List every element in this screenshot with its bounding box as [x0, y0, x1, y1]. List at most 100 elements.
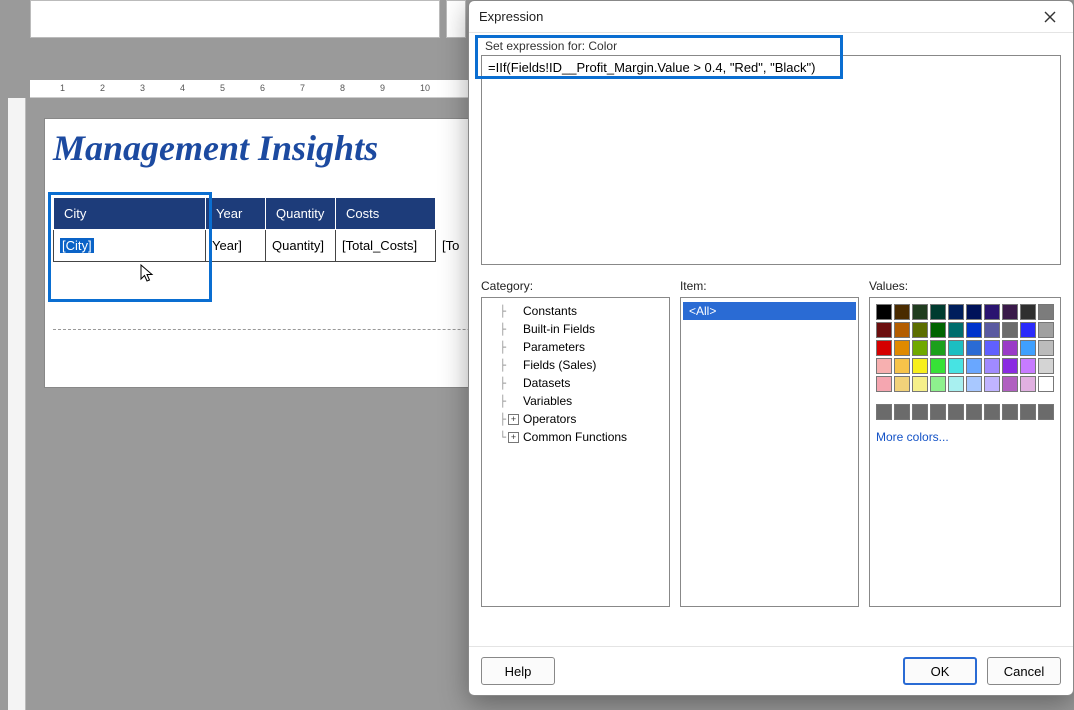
color-swatch[interactable]	[930, 322, 946, 338]
recent-color-swatch[interactable]	[1020, 404, 1036, 420]
recent-color-swatch[interactable]	[876, 404, 892, 420]
color-swatch[interactable]	[912, 376, 928, 392]
color-swatch[interactable]	[1020, 340, 1036, 356]
category-fields-sales-[interactable]: ├Fields (Sales)	[484, 356, 667, 374]
color-swatch[interactable]	[912, 340, 928, 356]
color-swatch[interactable]	[984, 304, 1000, 320]
color-swatch[interactable]	[966, 322, 982, 338]
recent-color-swatch[interactable]	[894, 404, 910, 420]
color-swatch[interactable]	[1002, 358, 1018, 374]
color-swatch[interactable]	[948, 358, 964, 374]
category-common-functions[interactable]: └+Common Functions	[484, 428, 667, 446]
color-swatch[interactable]	[876, 358, 892, 374]
color-swatch[interactable]	[930, 304, 946, 320]
col-header-city[interactable]: City	[54, 198, 206, 230]
category-datasets[interactable]: ├Datasets	[484, 374, 667, 392]
color-swatch[interactable]	[948, 340, 964, 356]
color-swatch[interactable]	[966, 340, 982, 356]
color-swatch[interactable]	[912, 322, 928, 338]
color-swatch[interactable]	[1038, 304, 1054, 320]
recent-color-swatch[interactable]	[930, 404, 946, 420]
cancel-button[interactable]: Cancel	[987, 657, 1061, 685]
ruler-tick: 2	[100, 83, 105, 93]
category-list[interactable]: ├Constants├Built-in Fields├Parameters├Fi…	[481, 297, 670, 607]
color-swatch[interactable]	[966, 376, 982, 392]
recent-color-swatch[interactable]	[984, 404, 1000, 420]
category-parameters[interactable]: ├Parameters	[484, 338, 667, 356]
color-swatch[interactable]	[948, 322, 964, 338]
tablix-header-row[interactable]: City Year Quantity Costs	[54, 198, 466, 230]
expand-icon[interactable]: +	[508, 414, 519, 425]
category-variables[interactable]: ├Variables	[484, 392, 667, 410]
color-swatch[interactable]	[894, 322, 910, 338]
more-colors-link[interactable]: More colors...	[876, 430, 1054, 444]
color-swatch[interactable]	[1002, 376, 1018, 392]
ok-button[interactable]: OK	[903, 657, 977, 685]
color-swatch[interactable]	[1038, 340, 1054, 356]
item-all[interactable]: <All>	[683, 302, 856, 320]
color-swatch[interactable]	[948, 304, 964, 320]
color-swatch[interactable]	[876, 304, 892, 320]
category-operators[interactable]: ├+Operators	[484, 410, 667, 428]
color-swatch[interactable]	[966, 304, 982, 320]
cell-quantity[interactable]: Quantity]	[266, 230, 336, 262]
color-swatch[interactable]	[894, 304, 910, 320]
color-swatch[interactable]	[876, 322, 892, 338]
category-constants[interactable]: ├Constants	[484, 302, 667, 320]
category-label: Parameters	[523, 340, 585, 354]
cell-costs[interactable]: [Total_Costs]	[336, 230, 436, 262]
recent-color-swatch[interactable]	[912, 404, 928, 420]
color-swatch[interactable]	[1038, 376, 1054, 392]
color-swatch[interactable]	[1002, 340, 1018, 356]
color-swatch[interactable]	[930, 340, 946, 356]
col-header-year[interactable]: Year	[206, 198, 266, 230]
color-swatch[interactable]	[1020, 358, 1036, 374]
recent-color-swatch[interactable]	[1038, 404, 1054, 420]
color-swatch[interactable]	[876, 376, 892, 392]
recent-color-row	[876, 404, 1054, 420]
col-header-quantity[interactable]: Quantity	[266, 198, 336, 230]
tablix[interactable]: City Year Quantity Costs [City] Year] Qu…	[53, 197, 466, 262]
color-swatch[interactable]	[912, 358, 928, 374]
item-list[interactable]: <All>	[680, 297, 859, 607]
tablix-detail-row[interactable]: [City] Year] Quantity] [Total_Costs] [To	[54, 230, 466, 262]
color-swatch[interactable]	[1020, 304, 1036, 320]
expand-icon[interactable]: +	[508, 432, 519, 443]
color-swatch[interactable]	[930, 358, 946, 374]
color-swatch[interactable]	[1002, 304, 1018, 320]
color-swatch[interactable]	[1020, 376, 1036, 392]
color-swatch[interactable]	[948, 376, 964, 392]
report-title[interactable]: Management Insights	[53, 127, 378, 169]
color-swatch[interactable]	[894, 340, 910, 356]
dialog-titlebar[interactable]: Expression	[469, 1, 1073, 33]
close-button[interactable]	[1037, 4, 1063, 30]
color-swatch[interactable]	[984, 340, 1000, 356]
color-swatch[interactable]	[930, 376, 946, 392]
color-swatch[interactable]	[984, 376, 1000, 392]
ruler-tick: 9	[380, 83, 385, 93]
recent-color-swatch[interactable]	[1002, 404, 1018, 420]
cell-year[interactable]: Year]	[206, 230, 266, 262]
cell-city[interactable]: [City]	[54, 230, 206, 262]
ruler-tick: 3	[140, 83, 145, 93]
expression-textarea[interactable]	[481, 55, 1061, 265]
color-swatch[interactable]	[876, 340, 892, 356]
recent-color-swatch[interactable]	[966, 404, 982, 420]
color-swatch[interactable]	[1038, 358, 1054, 374]
color-swatch[interactable]	[894, 376, 910, 392]
category-heading: Category:	[481, 279, 670, 293]
cell-city-field: [City]	[60, 238, 94, 253]
color-swatch[interactable]	[984, 358, 1000, 374]
col-header-costs[interactable]: Costs	[336, 198, 436, 230]
color-swatch[interactable]	[1038, 322, 1054, 338]
color-swatch[interactable]	[1002, 322, 1018, 338]
help-button[interactable]: Help	[481, 657, 555, 685]
color-swatch[interactable]	[894, 358, 910, 374]
color-swatch[interactable]	[984, 322, 1000, 338]
color-swatch[interactable]	[1020, 322, 1036, 338]
category-built-in-fields[interactable]: ├Built-in Fields	[484, 320, 667, 338]
color-swatch[interactable]	[912, 304, 928, 320]
color-swatch[interactable]	[966, 358, 982, 374]
recent-color-swatch[interactable]	[948, 404, 964, 420]
close-icon	[1044, 11, 1056, 23]
